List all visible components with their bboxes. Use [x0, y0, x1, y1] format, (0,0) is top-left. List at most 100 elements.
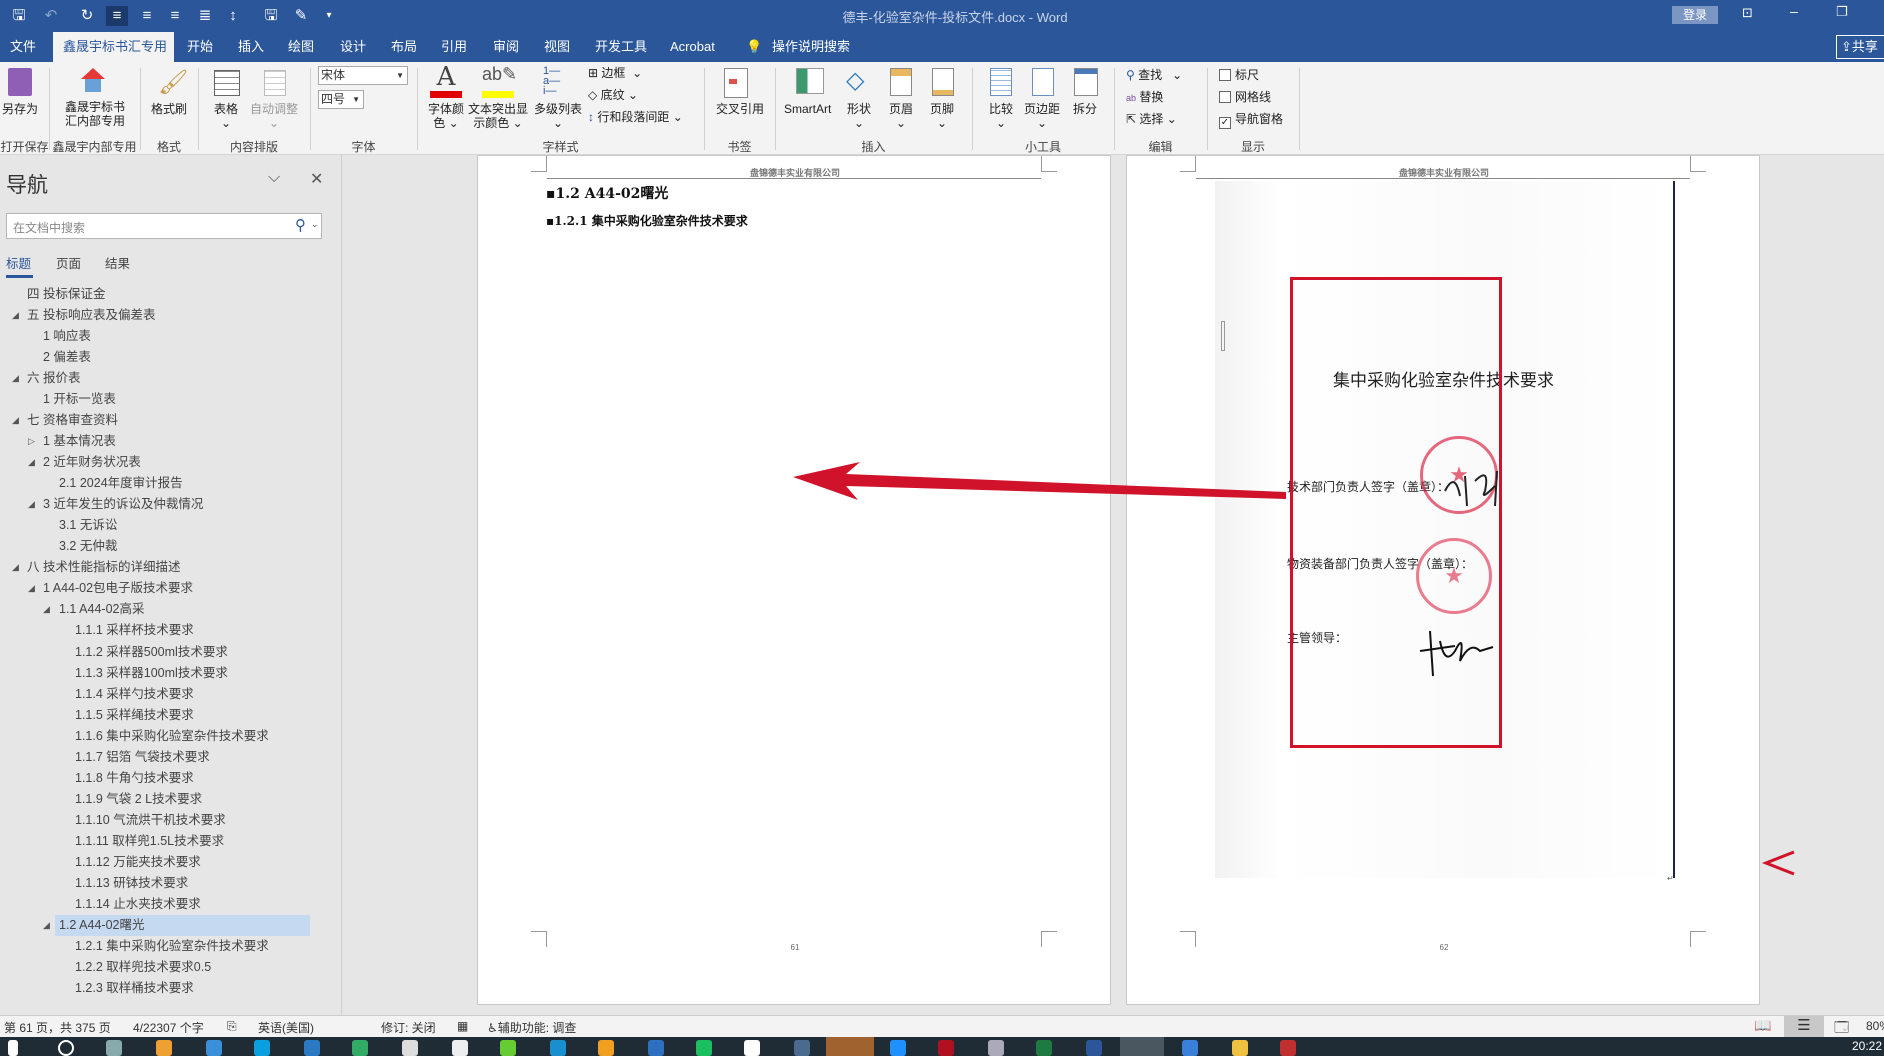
- active-app-highlight[interactable]: [826, 1037, 874, 1056]
- page-count[interactable]: 第 61 页，共 375 页: [4, 1019, 111, 1036]
- nav-heading-item[interactable]: ◢ 1.2 A44-02曙光: [43, 914, 310, 936]
- excel-icon[interactable]: [1036, 1040, 1052, 1056]
- nav-heading-item[interactable]: 1.1.5 采样绳技术要求: [0, 705, 340, 726]
- nav-heading-item[interactable]: ◢ 1 A44-02包电子版技术要求: [0, 578, 340, 599]
- nav-pane-checkbox[interactable]: ✓ 导航窗格: [1219, 112, 1283, 129]
- nav-heading-item[interactable]: 1.1.9 气袋 2 L技术要求: [0, 789, 340, 810]
- split-button[interactable]: 拆分: [1073, 102, 1097, 116]
- ribbon-display-options-icon[interactable]: ⊡: [1742, 5, 1753, 21]
- tab-view[interactable]: 视图: [544, 32, 570, 62]
- select-button[interactable]: ⇱ 选择 ⌄: [1126, 112, 1177, 126]
- proofing-icon[interactable]: ⎘: [227, 1019, 237, 1034]
- expanded-triangle-icon[interactable]: ◢: [43, 915, 55, 936]
- nav-heading-item[interactable]: ▷ 1 基本情况表: [0, 431, 340, 452]
- nav-heading-item[interactable]: 1 开标一览表: [0, 389, 340, 410]
- edge-icon[interactable]: [890, 1040, 906, 1056]
- tab-file[interactable]: 文件: [10, 32, 36, 62]
- save-as-button[interactable]: 另存为: [2, 102, 38, 116]
- nav-heading-item[interactable]: 2 偏差表: [0, 347, 340, 368]
- tab-insert[interactable]: 插入: [238, 32, 264, 62]
- tab-headings[interactable]: 标题: [6, 253, 31, 272]
- expanded-triangle-icon[interactable]: ◢: [28, 578, 40, 599]
- tab-acrobat[interactable]: Acrobat: [670, 32, 715, 62]
- app-icon[interactable]: [402, 1040, 418, 1056]
- cross-reference-button[interactable]: 交叉引用: [716, 102, 764, 116]
- app-icon[interactable]: [156, 1040, 172, 1056]
- nav-heading-item[interactable]: 1.2.2 取样兜技术要求0.5: [0, 957, 340, 978]
- app-icon[interactable]: [500, 1040, 516, 1056]
- app-icon[interactable]: [106, 1040, 122, 1056]
- expanded-triangle-icon[interactable]: ◢: [28, 452, 40, 473]
- redo-icon[interactable]: ↻: [76, 6, 98, 26]
- wechat-icon[interactable]: [696, 1040, 712, 1056]
- nav-heading-item[interactable]: ◢ 1.1 A44-02高采: [0, 599, 340, 620]
- xsy-button[interactable]: 鑫晟宇标书 汇内部专用: [60, 100, 130, 128]
- nav-heading-item[interactable]: 1.1.11 取样兜1.5L技术要求: [0, 831, 340, 852]
- app-icon[interactable]: [304, 1040, 320, 1056]
- expanded-triangle-icon[interactable]: ◢: [12, 557, 24, 578]
- tab-xsy[interactable]: 鑫晟宇标书汇专用: [53, 32, 174, 62]
- nav-heading-item[interactable]: 1.1.13 研钵技术要求: [0, 873, 340, 894]
- zoom-level[interactable]: 80%: [1866, 1019, 1884, 1033]
- expanded-triangle-icon[interactable]: ◢: [12, 410, 24, 431]
- gridlines-checkbox[interactable]: 网格线: [1219, 90, 1271, 104]
- multilevel-list-button[interactable]: 多级列表 ⌄: [534, 102, 582, 130]
- restore-icon[interactable]: ❐: [1836, 4, 1848, 20]
- login-button[interactable]: 登录: [1672, 6, 1718, 24]
- search-icon[interactable]: ⚲: [295, 216, 306, 234]
- nav-heading-item[interactable]: ◢ 六 报价表: [0, 368, 340, 389]
- tab-pages[interactable]: 页面: [56, 253, 81, 272]
- compare-button[interactable]: 比较 ⌄: [989, 102, 1013, 130]
- app-icon[interactable]: [1280, 1040, 1296, 1056]
- tab-references[interactable]: 引用: [441, 32, 467, 62]
- nav-heading-item[interactable]: 1.1.1 采样杯技术要求: [0, 620, 340, 641]
- nav-heading-item[interactable]: 3.2 无仲裁: [0, 536, 340, 557]
- nav-search-input[interactable]: 在文档中搜索 ⚲ ⌄: [6, 213, 322, 239]
- font-color-button[interactable]: 字体颜色 ⌄: [428, 102, 464, 130]
- nav-heading-item[interactable]: 1.1.2 采样器500ml技术要求: [0, 642, 340, 663]
- qq-icon[interactable]: [744, 1040, 760, 1056]
- tab-results[interactable]: 结果: [105, 253, 130, 272]
- minimize-icon[interactable]: –: [1790, 3, 1798, 19]
- nav-heading-item[interactable]: 1.1.4 采样勺技术要求: [0, 684, 340, 705]
- shading-button[interactable]: ◇ 底纹 ⌄: [588, 88, 638, 102]
- chevron-down-icon[interactable]: ⌄: [311, 219, 319, 230]
- close-icon[interactable]: ✕: [310, 169, 323, 189]
- nav-heading-item[interactable]: 1 响应表: [0, 326, 340, 347]
- nav-heading-item[interactable]: 1.1.14 止水夹技术要求: [0, 894, 340, 915]
- read-mode-icon[interactable]: 📖: [1754, 1017, 1771, 1034]
- table-button[interactable]: 表格 ⌄: [214, 102, 238, 130]
- tab-layout[interactable]: 布局: [391, 32, 417, 62]
- app-icon[interactable]: [452, 1040, 468, 1056]
- save-as-icon[interactable]: 🖫: [260, 6, 282, 26]
- replace-button[interactable]: ab 替换: [1126, 90, 1163, 105]
- highlight-button[interactable]: 文本突出显 示颜色 ⌄: [468, 102, 528, 130]
- nav-heading-item[interactable]: 3.1 无诉讼: [0, 515, 340, 536]
- expanded-triangle-icon[interactable]: ◢: [28, 494, 40, 515]
- customize-toolbar-icon[interactable]: ▾: [318, 6, 340, 26]
- expanded-triangle-icon[interactable]: ◢: [12, 305, 24, 326]
- ruler-checkbox[interactable]: 标尺: [1219, 68, 1259, 82]
- document-page-61[interactable]: 盘锦德丰实业有限公司 ▪1.2 A44-02曙光 ▪1.2.1 集中采购化验室杂…: [477, 155, 1111, 1005]
- app-icon[interactable]: [206, 1040, 222, 1056]
- app-icon[interactable]: [988, 1040, 1004, 1056]
- heading-1-2-1[interactable]: ▪1.2.1 集中采购化验室杂件技术要求: [546, 212, 748, 229]
- chevron-down-icon[interactable]: ⌵: [268, 169, 280, 187]
- nav-heading-item[interactable]: ◢ 五 投标响应表及偏差表: [0, 305, 340, 326]
- accessibility[interactable]: ♿辅助功能: 调查: [487, 1019, 576, 1036]
- tell-me-search[interactable]: 操作说明搜索: [772, 32, 850, 62]
- spacing-button[interactable]: ↕ 行和段落间距 ⌄: [588, 110, 683, 124]
- print-layout-icon[interactable]: ☰: [1784, 1016, 1824, 1037]
- macro-icon[interactable]: ▦: [457, 1019, 468, 1033]
- justify-icon[interactable]: ≣: [194, 6, 216, 26]
- nav-heading-item[interactable]: 四 投标保证金: [0, 284, 340, 305]
- nav-heading-item[interactable]: 1.1.10 气流烘干机技术要求: [0, 810, 340, 831]
- start-icon[interactable]: [8, 1040, 18, 1056]
- tab-review[interactable]: 审阅: [493, 32, 519, 62]
- expanded-triangle-icon[interactable]: ◢: [43, 599, 55, 620]
- collapsed-triangle-icon[interactable]: ▷: [28, 431, 40, 452]
- app-icon[interactable]: [598, 1040, 614, 1056]
- tab-design[interactable]: 设计: [340, 32, 366, 62]
- active-app-highlight[interactable]: [1120, 1037, 1164, 1056]
- margins-button[interactable]: 页边距 ⌄: [1024, 102, 1060, 130]
